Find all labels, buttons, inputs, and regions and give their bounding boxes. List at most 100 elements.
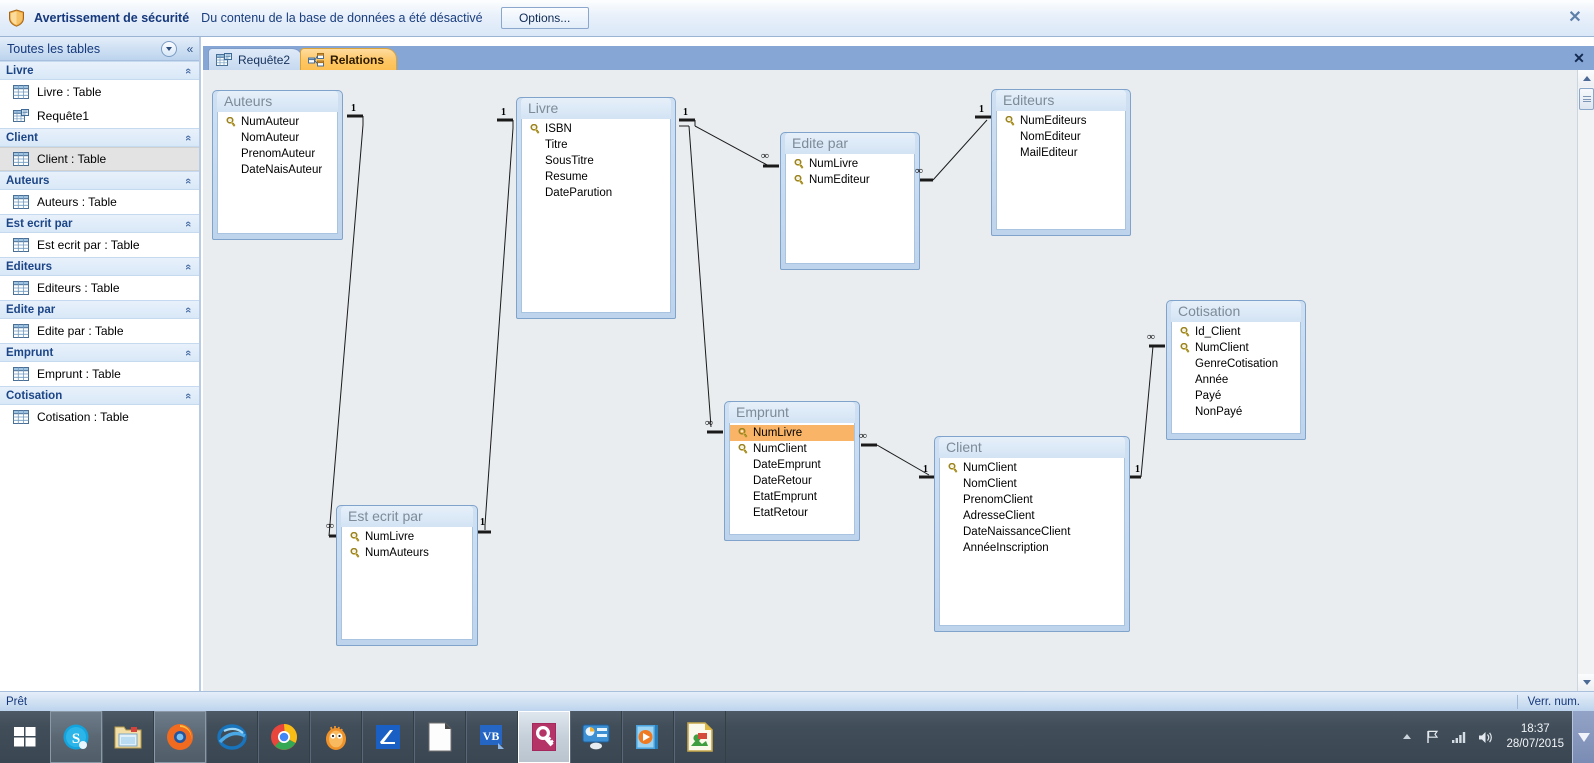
show-desktop-icon[interactable]	[1572, 711, 1594, 763]
field-row[interactable]: NumEditeurs	[997, 113, 1125, 129]
entity-client[interactable]: Client NumClient NomClient PrenomClient Adre…	[934, 436, 1130, 632]
field-row[interactable]: NumClient	[730, 441, 854, 457]
field-row[interactable]: Resume	[522, 169, 670, 185]
field-row[interactable]: NumClient	[1172, 340, 1300, 356]
field-row[interactable]: NumLivre	[730, 425, 854, 441]
close-icon[interactable]: ✕	[1565, 8, 1585, 28]
chevron-up-icon[interactable]: «	[182, 299, 194, 321]
field-row[interactable]: DateEmprunt	[730, 457, 854, 473]
nav-item-est-ecrit-par-table[interactable]: Est ecrit par : Table	[0, 233, 199, 257]
field-row[interactable]: EtatEmprunt	[730, 489, 854, 505]
field-row[interactable]: NumLivre	[342, 529, 472, 545]
taskbar-chrome-icon[interactable]	[258, 711, 310, 763]
field-row[interactable]: DateNaissanceClient	[940, 524, 1124, 540]
taskbar-scanner-icon[interactable]	[362, 711, 414, 763]
entity-title[interactable]: Client	[939, 437, 1125, 458]
vscrollbar-thumb[interactable]	[1579, 88, 1594, 110]
taskbar-document-icon[interactable]	[414, 711, 466, 763]
nav-item-livre-table[interactable]: Livre : Table	[0, 80, 199, 104]
volume-icon[interactable]	[1472, 730, 1498, 745]
taskbar-clock[interactable]: 18:37 28/07/2015	[1498, 722, 1572, 752]
relationships-canvas[interactable]: Auteurs NumAuteur NomAuteur PrenomAuteur Dat…	[203, 70, 1594, 691]
nav-group-header-livre[interactable]: Livre «	[0, 61, 199, 80]
chevron-up-icon[interactable]: «	[182, 127, 194, 149]
entity-emprunt[interactable]: Emprunt NumLivre NumClient DateEmprunt DateR…	[724, 401, 860, 541]
network-signal-icon[interactable]	[1446, 730, 1472, 744]
double-chevron-left-icon[interactable]: «	[181, 42, 199, 56]
nav-group-header-edite-par[interactable]: Edite par «	[0, 300, 199, 319]
entity-title[interactable]: Cotisation	[1171, 301, 1301, 322]
taskbar-libreoffice-impress-icon[interactable]	[674, 711, 726, 763]
entity-livre[interactable]: Livre ISBN Titre SousTitre Resume DateParutio…	[516, 97, 676, 319]
scroll-down-icon[interactable]	[1578, 674, 1594, 691]
nav-group-header-cotisation[interactable]: Cotisation «	[0, 386, 199, 405]
nav-item-emprunt-table[interactable]: Emprunt : Table	[0, 362, 199, 386]
taskbar-skype-icon[interactable]: S	[50, 711, 102, 763]
nav-group-header-editeurs[interactable]: Editeurs «	[0, 257, 199, 276]
field-row[interactable]: DateParution	[522, 185, 670, 201]
chevron-up-icon[interactable]: «	[182, 213, 194, 235]
taskbar-internet-explorer-icon[interactable]	[206, 711, 258, 763]
entity-estecritpar[interactable]: Est ecrit par NumLivre NumAuteurs	[336, 505, 478, 646]
nav-item-requ-te1[interactable]: Requête1	[0, 104, 199, 128]
windows-start-icon[interactable]	[0, 711, 50, 763]
field-row[interactable]: Titre	[522, 137, 670, 153]
chevron-up-icon[interactable]: «	[182, 170, 194, 192]
field-row[interactable]: Id_Client	[1172, 324, 1300, 340]
field-row[interactable]: NumEditeur	[786, 172, 914, 188]
field-row[interactable]: NomClient	[940, 476, 1124, 492]
field-row[interactable]: MailEditeur	[997, 145, 1125, 161]
nav-group-header-est-ecrit-par[interactable]: Est ecrit par «	[0, 214, 199, 233]
entity-title[interactable]: Edite par	[785, 133, 915, 154]
taskbar-visual-basic-icon[interactable]: VB	[466, 711, 518, 763]
field-row[interactable]: ISBN	[522, 121, 670, 137]
field-row[interactable]: NomAuteur	[218, 130, 337, 146]
navigation-pane-header[interactable]: Toutes les tables «	[0, 37, 199, 61]
field-row[interactable]: Payé	[1172, 388, 1300, 404]
taskbar-firefox-icon[interactable]	[154, 711, 206, 763]
field-row[interactable]: EtatRetour	[730, 505, 854, 521]
entity-title[interactable]: Livre	[521, 98, 671, 119]
entity-title[interactable]: Editeurs	[996, 90, 1126, 111]
entity-auteurs[interactable]: Auteurs NumAuteur NomAuteur PrenomAuteur Dat…	[212, 90, 343, 240]
taskbar-ms-access-icon[interactable]	[518, 711, 570, 763]
entity-editeurs[interactable]: Editeurs NumEditeurs NomEditeur MailEditeur	[991, 89, 1131, 236]
taskbar-media-player-icon[interactable]	[622, 711, 674, 763]
options-button[interactable]: Options...	[500, 7, 589, 29]
nav-item-editeurs-table[interactable]: Editeurs : Table	[0, 276, 199, 300]
field-row[interactable]: DateNaisAuteur	[218, 162, 337, 178]
taskbar-control-panel-icon[interactable]	[570, 711, 622, 763]
nav-group-header-auteurs[interactable]: Auteurs «	[0, 171, 199, 190]
field-row[interactable]: NomEditeur	[997, 129, 1125, 145]
action-center-flag-icon[interactable]	[1420, 729, 1446, 745]
entity-title[interactable]: Emprunt	[729, 402, 855, 423]
chevron-up-icon[interactable]: «	[182, 60, 194, 82]
field-row[interactable]: NumAuteur	[218, 114, 337, 130]
chevron-down-icon[interactable]	[161, 40, 177, 57]
chevron-up-icon[interactable]	[1394, 733, 1420, 741]
field-row[interactable]: PrenomClient	[940, 492, 1124, 508]
canvas-vscrollbar[interactable]	[1577, 70, 1594, 691]
nav-group-header-emprunt[interactable]: Emprunt «	[0, 343, 199, 362]
field-row[interactable]: NumAuteurs	[342, 545, 472, 561]
tab-requ-te2[interactable]: Requête2	[208, 48, 304, 70]
nav-item-edite-par-table[interactable]: Edite par : Table	[0, 319, 199, 343]
field-row[interactable]: AnnéeInscription	[940, 540, 1124, 556]
field-row[interactable]: NumClient	[940, 460, 1124, 476]
field-row[interactable]: GenreCotisation	[1172, 356, 1300, 372]
nav-item-client-table[interactable]: Client : Table	[0, 147, 199, 171]
chevron-up-icon[interactable]: «	[182, 256, 194, 278]
scroll-up-icon[interactable]	[1578, 70, 1594, 87]
field-row[interactable]: SousTitre	[522, 153, 670, 169]
field-row[interactable]: NumLivre	[786, 156, 914, 172]
taskbar-file-explorer-icon[interactable]	[102, 711, 154, 763]
field-row[interactable]: AdresseClient	[940, 508, 1124, 524]
entity-editepar[interactable]: Edite par NumLivre NumEditeur	[780, 132, 920, 270]
chevron-up-icon[interactable]: «	[182, 385, 194, 407]
field-row[interactable]: NonPayé	[1172, 404, 1300, 420]
field-row[interactable]: DateRetour	[730, 473, 854, 489]
close-document-icon[interactable]: ✕	[1570, 49, 1588, 67]
taskbar-gimp-icon[interactable]	[310, 711, 362, 763]
nav-group-header-client[interactable]: Client «	[0, 128, 199, 147]
nav-item-auteurs-table[interactable]: Auteurs : Table	[0, 190, 199, 214]
